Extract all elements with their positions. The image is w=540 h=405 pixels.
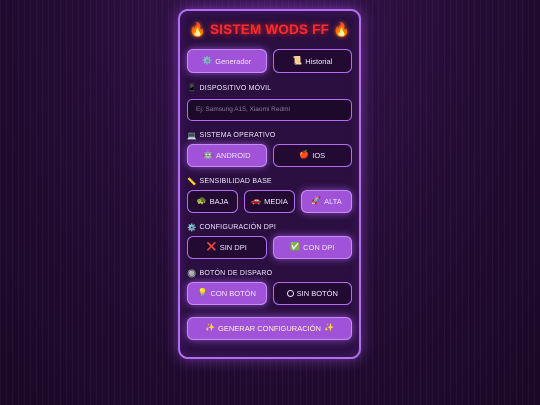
sin-boton-button[interactable]: SIN BOTÓN [272,281,352,305]
lightbulb-icon: 💡 [197,288,208,297]
option-label: ALTA [324,196,342,206]
dpi-options: ❌ SIN DPI ✅ CON DPI [187,235,352,259]
option-label: CON BOTÓN [210,288,256,298]
fire-button-label: BOTÓN DE DISPARO [199,270,273,277]
sensitivity-section-label: 📏 SENSIBILIDAD BASE [187,177,352,187]
generate-config-button[interactable]: ✨ GENERAR CONFIGURACIÓN ✨ [187,316,352,340]
target-icon: 🔘 [187,268,197,278]
os-ios-button[interactable]: 🍎 IOS [272,143,352,167]
os-options: 🤖 ANDROID 🍎 IOS [187,143,352,167]
sparkles-icon: ✨ [323,323,334,332]
cross-icon: ❌ [206,242,217,251]
os-label: SISTEMA OPERATIVO [199,132,276,139]
laptop-icon: 💻 [187,130,197,140]
generate-label: GENERAR CONFIGURACIÓN [218,323,321,333]
os-section-label: 💻 SISTEMA OPERATIVO [187,131,352,141]
device-label: DISPOSITIVO MÓVIL [199,84,272,92]
fire-button-section-label: 🔘 BOTÓN DE DISPARO [187,269,352,279]
sensitivity-label: SENSIBILIDAD BASE [199,178,272,185]
sensitivity-baja-button[interactable]: 🐢 BAJA [187,189,238,213]
option-label: ANDROID [215,150,251,160]
option-label: SIN BOTÓN [296,288,338,298]
android-icon: 🤖 [202,150,213,159]
sensitivity-options: 🐢 BAJA 🚗 MEDIA 🚀 ALTA [187,189,352,213]
device-section-label: 📱 DISPOSITIVO MÓVIL [187,83,352,93]
fire-button-options: 💡 CON BOTÓN SIN BOTÓN [187,281,352,305]
apple-icon: 🍎 [299,150,310,159]
check-icon: ✅ [290,242,301,251]
fire-icon: 🔥 [332,22,350,37]
sensitivity-media-button[interactable]: 🚗 MEDIA [244,189,295,213]
dpi-section-label: ⚙️ CONFIGURACIÓN DPI [187,223,352,233]
scroll-icon: 📜 [292,56,303,65]
device-input[interactable] [187,98,352,121]
car-icon: 🚗 [251,196,262,205]
option-label: BAJA [209,196,229,206]
tab-generador[interactable]: ⚙️ Generador [187,49,267,73]
dpi-sin-button[interactable]: ❌ SIN DPI [187,235,267,259]
gear-icon: ⚙️ [202,56,213,65]
dpi-label: CONFIGURACIÓN DPI [199,224,277,231]
os-android-button[interactable]: 🤖 ANDROID [187,143,267,167]
sparkles-icon: ✨ [205,323,216,332]
turtle-icon: 🐢 [196,196,207,205]
option-label: MEDIA [264,196,288,206]
dpi-con-button[interactable]: ✅ CON DPI [272,235,352,259]
rocket-icon: 🚀 [311,196,322,205]
tab-historial[interactable]: 📜 Historial [272,49,352,73]
option-label: SIN DPI [219,242,247,252]
app-title-bar: 🔥 SISTEM WODS FF 🔥 [187,19,352,41]
config-panel: 🔥 SISTEM WODS FF 🔥 ⚙️ Generador 📜 Histor… [178,9,361,359]
gear-icon: ⚙️ [187,222,197,232]
option-label: IOS [312,150,326,160]
tab-label: Generador [215,56,252,66]
con-boton-button[interactable]: 💡 CON BOTÓN [187,281,267,305]
fire-icon: 🔥 [189,22,207,37]
circle-icon [286,289,294,297]
sensitivity-alta-button[interactable]: 🚀 ALTA [301,189,352,213]
tab-label: Historial [305,56,333,66]
ruler-icon: 📏 [187,176,197,186]
phone-icon: 📱 [187,83,197,93]
tab-bar: ⚙️ Generador 📜 Historial [187,49,352,73]
app-title: SISTEM WODS FF [209,22,330,37]
option-label: CON DPI [303,242,335,252]
